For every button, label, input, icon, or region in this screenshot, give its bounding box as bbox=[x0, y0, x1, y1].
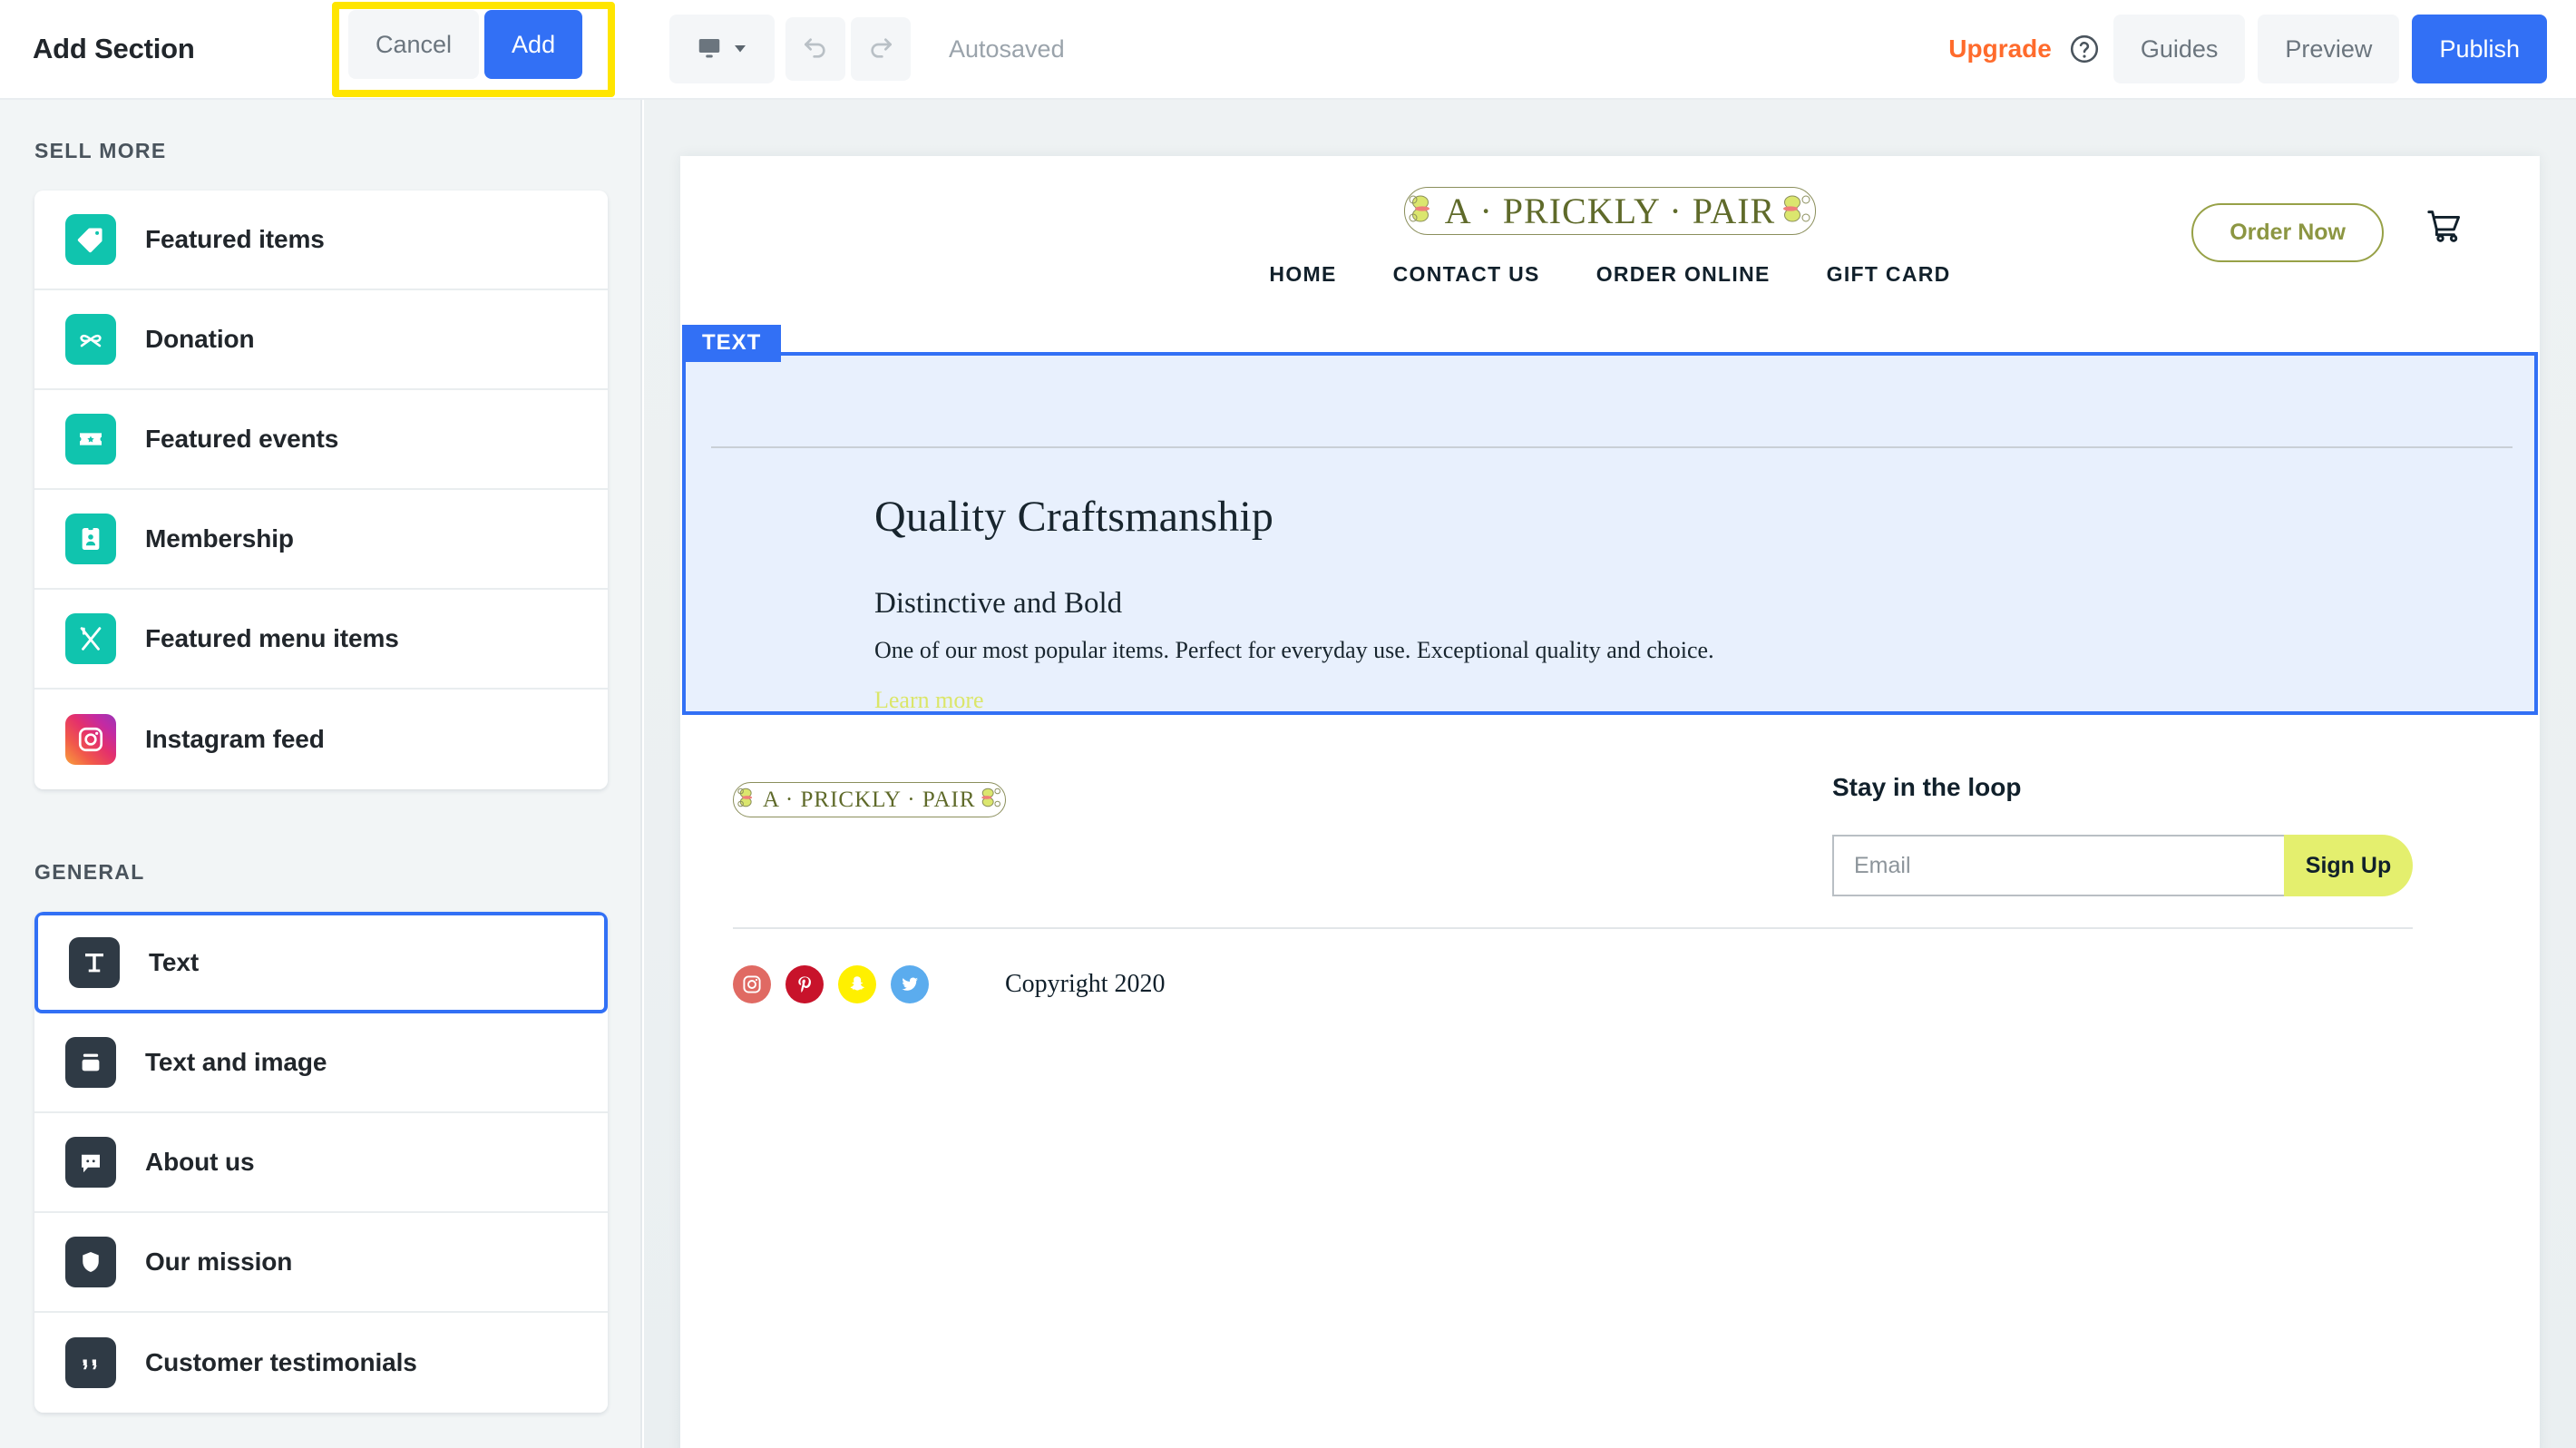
nav-item-order-online[interactable]: ORDER ONLINE bbox=[1596, 262, 1771, 287]
id-card-icon bbox=[65, 514, 116, 564]
question-circle-icon[interactable] bbox=[2068, 33, 2101, 65]
section-list-sell-more: Featured items Donation Featured events … bbox=[34, 191, 608, 789]
site-header: A · PRICKLY · PAIR HOME CONTACT US ORDER… bbox=[680, 156, 2540, 287]
sidebar-item-customer-testimonials[interactable]: Customer testimonials bbox=[34, 1313, 608, 1413]
undo-button[interactable] bbox=[785, 17, 845, 81]
newsletter-title: Stay in the loop bbox=[1832, 773, 2022, 801]
section-divider bbox=[711, 446, 2513, 448]
sidebar-item-label: Text bbox=[149, 948, 200, 976]
sidebar-item-text[interactable]: Text bbox=[34, 912, 608, 1013]
page-title: Add Section bbox=[33, 33, 195, 64]
cutlery-icon bbox=[65, 613, 116, 664]
section-body-text: One of our most popular items. Perfect f… bbox=[874, 637, 1714, 663]
sidebar-item-featured-events[interactable]: Featured events bbox=[34, 390, 608, 490]
quote-icon bbox=[65, 1337, 116, 1388]
sidebar-item-label: Text and image bbox=[145, 1048, 327, 1076]
panel-header: Add Section Cancel Add bbox=[0, 0, 644, 99]
newsletter-form: Sign Up bbox=[1832, 835, 2413, 896]
site-preview-canvas[interactable]: A · PRICKLY · PAIR HOME CONTACT US ORDER… bbox=[644, 100, 2576, 1448]
device-selector[interactable] bbox=[669, 15, 775, 83]
learn-more-link[interactable]: Learn more bbox=[874, 687, 1714, 714]
upgrade-link[interactable]: Upgrade bbox=[1948, 34, 2052, 64]
preview-button[interactable]: Preview bbox=[2258, 15, 2400, 83]
nav-item-home[interactable]: HOME bbox=[1269, 262, 1336, 287]
ticket-icon bbox=[65, 414, 116, 465]
sidebar-item-featured-menu-items[interactable]: Featured menu items bbox=[34, 590, 608, 690]
toolbar-right-group: Upgrade Guides Preview Publish bbox=[1948, 15, 2547, 83]
logo-ornament-right-icon bbox=[1781, 191, 1811, 231]
text-image-icon bbox=[65, 1037, 116, 1088]
sidebar-item-donation[interactable]: Donation bbox=[34, 290, 608, 390]
sidebar-item-our-mission[interactable]: Our mission bbox=[34, 1213, 608, 1313]
chevron-down-icon bbox=[732, 40, 748, 59]
redo-button[interactable] bbox=[851, 17, 911, 81]
signup-button[interactable]: Sign Up bbox=[2284, 835, 2413, 896]
section-heading: Quality Craftsmanship bbox=[874, 493, 1274, 541]
footer-logo[interactable]: A · PRICKLY · PAIR bbox=[733, 782, 1006, 817]
sidebar-item-label: Donation bbox=[145, 325, 255, 353]
tag-icon bbox=[65, 214, 116, 265]
sidebar-item-about-us[interactable]: About us bbox=[34, 1113, 608, 1213]
instagram-icon[interactable] bbox=[733, 965, 771, 1003]
shield-icon bbox=[65, 1237, 116, 1287]
sidebar-item-membership[interactable]: Membership bbox=[34, 490, 608, 590]
section-list-general: Text Text and image About us Our mission bbox=[34, 912, 608, 1413]
nav-item-gift-card[interactable]: GIFT CARD bbox=[1827, 262, 1951, 287]
newsletter-signup: Stay in the loop Sign Up bbox=[1832, 773, 2413, 896]
undo-redo-group bbox=[785, 17, 911, 81]
copyright-text: Copyright 2020 bbox=[1005, 970, 1166, 998]
chat-bubble-icon bbox=[65, 1137, 116, 1188]
email-field[interactable] bbox=[1832, 835, 2284, 896]
sidebar-item-text-and-image[interactable]: Text and image bbox=[34, 1013, 608, 1113]
sidebar-item-label: Customer testimonials bbox=[145, 1348, 417, 1376]
panel-actions: Cancel Add bbox=[348, 10, 583, 79]
group-label-general: GENERAL bbox=[34, 860, 145, 884]
instagram-icon bbox=[65, 714, 116, 765]
sidebar-item-label: Featured events bbox=[145, 425, 339, 453]
sidebar-item-featured-items[interactable]: Featured items bbox=[34, 191, 608, 290]
twitter-icon[interactable] bbox=[891, 965, 929, 1003]
editor-toolbar: Autosaved Upgrade Guides Preview Publish bbox=[644, 0, 2576, 99]
group-label-sell-more: SELL MORE bbox=[34, 139, 167, 162]
selected-section-text[interactable]: TEXT Quality Craftsmanship Distinctive a… bbox=[682, 325, 2538, 715]
logo-ornament-right-icon bbox=[980, 785, 1001, 815]
text-t-icon bbox=[69, 937, 120, 988]
section-subheading: Distinctive and Bold bbox=[874, 587, 1123, 620]
order-now-button[interactable]: Order Now bbox=[2191, 203, 2384, 262]
snapchat-icon[interactable] bbox=[838, 965, 876, 1003]
site-navigation[interactable]: HOME CONTACT US ORDER ONLINE GIFT CARD bbox=[680, 262, 2540, 287]
sidebar-item-label: Instagram feed bbox=[145, 725, 325, 753]
top-bar: Add Section Cancel Add Autosaved Upgrade… bbox=[0, 0, 2576, 100]
shopping-cart-icon[interactable] bbox=[2425, 209, 2465, 249]
logo-text: A · PRICKLY · PAIR bbox=[1444, 191, 1776, 231]
pinterest-icon[interactable] bbox=[785, 965, 824, 1003]
desktop-icon bbox=[696, 34, 723, 64]
logo-ornament-left-icon bbox=[737, 785, 759, 815]
section-content: Quality Craftsmanship Distinctive and Bo… bbox=[874, 492, 1714, 714]
nav-item-contact-us[interactable]: CONTACT US bbox=[1393, 262, 1540, 287]
sidebar-item-label: Membership bbox=[145, 524, 294, 553]
sidebar-item-label: About us bbox=[145, 1148, 255, 1176]
footer-bottom: Copyright 2020 bbox=[733, 965, 1166, 1003]
add-button[interactable]: Add bbox=[484, 10, 583, 79]
sidebar-item-label: Our mission bbox=[145, 1247, 293, 1276]
sidebar-item-instagram-feed[interactable]: Instagram feed bbox=[34, 690, 608, 789]
cancel-button[interactable]: Cancel bbox=[348, 10, 480, 79]
sidebar-item-label: Featured items bbox=[145, 225, 325, 253]
redo-arrow-icon bbox=[866, 34, 895, 65]
footer-logo-text: A · PRICKLY · PAIR bbox=[763, 787, 976, 812]
undo-arrow-icon bbox=[801, 34, 830, 65]
footer-divider bbox=[733, 927, 2413, 929]
guides-button[interactable]: Guides bbox=[2113, 15, 2246, 83]
sidebar-item-label: Featured menu items bbox=[145, 624, 399, 652]
add-section-sidebar[interactable]: SELL MORE Featured items Donation Featur… bbox=[0, 100, 642, 1448]
status-badge: TEXT bbox=[682, 325, 782, 362]
publish-button[interactable]: Publish bbox=[2412, 15, 2547, 83]
autosave-status: Autosaved bbox=[949, 34, 1065, 63]
site-page: A · PRICKLY · PAIR HOME CONTACT US ORDER… bbox=[680, 156, 2540, 1448]
logo-ornament-left-icon bbox=[1409, 191, 1439, 231]
ribbon-bow-icon bbox=[65, 314, 116, 365]
